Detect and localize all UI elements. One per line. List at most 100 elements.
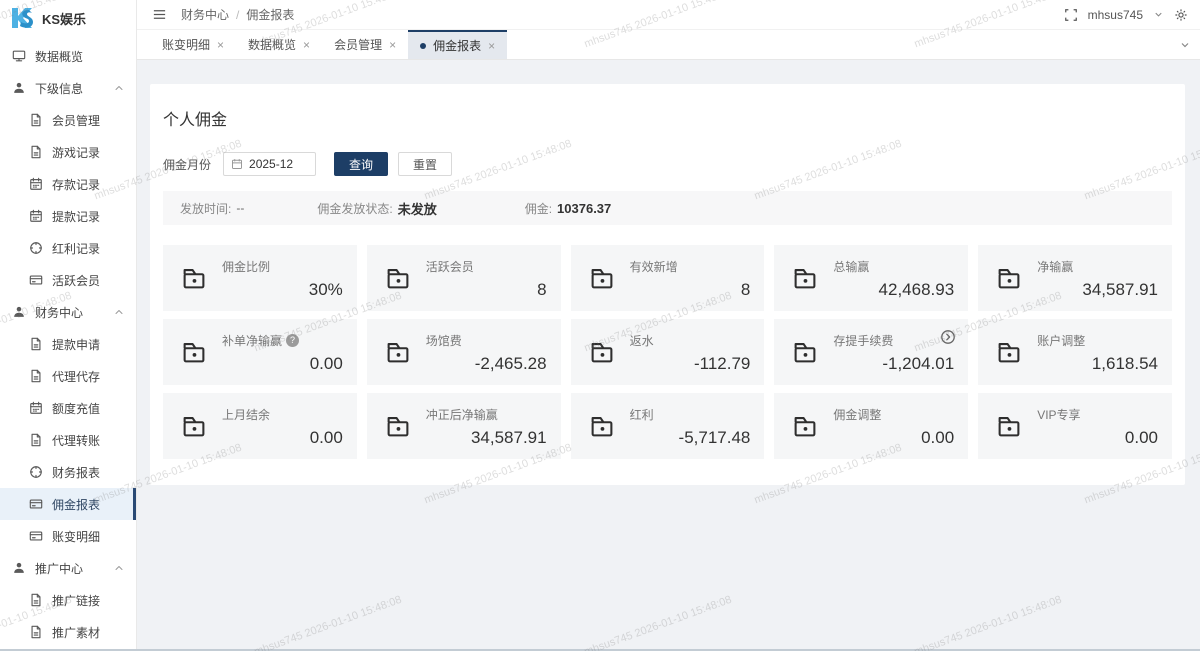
sidebar-item-label: 额度充值 [52,400,100,417]
sidebar-item-commission-report[interactable]: 佣金报表 [0,488,136,520]
stat-card-active-members: 活跃会员8 [367,245,561,311]
sidebar-item-label: 提款记录 [52,208,100,225]
page-title: 个人佣金 [163,106,1172,130]
settings-gear-icon[interactable] [1174,8,1188,22]
folder-icon [994,411,1024,441]
tab-account-changes[interactable]: 账变明细 × [150,30,236,59]
sidebar-item-account-changes[interactable]: 账变明细 [0,520,136,552]
chevron-up-icon[interactable] [113,82,125,94]
user-menu[interactable]: mhsus745 [1088,8,1143,22]
sidebar-item-label: 下级信息 [35,80,83,97]
sidebar-item-promotion-center[interactable]: 推广中心 [0,552,136,584]
doc-icon [29,113,43,127]
sidebar-item-agent-deposit[interactable]: 代理代存 [0,360,136,392]
stat-card-value: 0.00 [1125,428,1158,448]
tabs-chevron-down-icon[interactable] [1179,39,1191,51]
user-chevron-down-icon[interactable] [1153,9,1164,20]
tab-bar: 账变明细×数据概览×会员管理×佣金报表× [137,30,1200,60]
doc-icon [29,369,43,383]
folder-icon [587,411,617,441]
stat-card-value: 0.00 [310,428,343,448]
commission-label: 佣金: [525,200,552,217]
month-date-input[interactable]: 2025-12 [223,152,316,176]
sidebar-item-active-members[interactable]: 活跃会员 [0,264,136,296]
breadcrumb-section[interactable]: 财务中心 [181,6,229,23]
close-icon[interactable]: × [389,39,396,51]
tab-label: 账变明细 [162,36,210,53]
sidebar-item-promotion-links[interactable]: 推广链接 [0,584,136,616]
monitor-icon [12,49,26,63]
sidebar: KS娱乐 数据概览下级信息会员管理游戏记录存款记录提款记录红利记录活跃会员财务中… [0,0,137,651]
stat-card-label: 冲正后净输赢 [426,406,498,423]
issue-time-value: -- [236,201,244,215]
stat-card-rebate: 返水 -112.79 [571,319,765,385]
expand-chevron-right-icon[interactable] [940,329,956,345]
stat-card-label: 红利 [630,406,654,423]
status-label: 佣金发放状态: [317,200,392,217]
stat-card-label: 佣金调整 [833,406,881,423]
sidebar-item-bonus-records[interactable]: 红利记录 [0,232,136,264]
sidebar-item-agent-transfer[interactable]: 代理转账 [0,424,136,456]
folder-icon [383,263,413,293]
stat-card-valid-new: 有效新增8 [571,245,765,311]
stat-card-corrected-net-winloss: 冲正后净输赢 34,587.91 [367,393,561,459]
sidebar-item-finance-report[interactable]: 财务报表 [0,456,136,488]
doc-icon [29,337,43,351]
app-logo[interactable]: KS娱乐 [0,0,136,36]
folder-icon [179,411,209,441]
sidebar-item-data-overview[interactable]: 数据概览 [0,40,136,72]
close-icon[interactable]: × [488,40,495,52]
stat-card-value: 42,468.93 [879,280,955,300]
sidebar-item-subordinate-info[interactable]: 下级信息 [0,72,136,104]
folder-icon [383,411,413,441]
stat-card-value: -112.79 [694,354,750,374]
close-icon[interactable]: × [303,39,310,51]
stat-card-value: -2,465.28 [475,354,547,374]
stat-card-label: 返水 [630,332,654,349]
sidebar-item-finance-center[interactable]: 财务中心 [0,296,136,328]
sidebar-item-label: 活跃会员 [52,272,100,289]
search-button[interactable]: 查询 [334,152,388,176]
sidebar-item-quota-recharge[interactable]: 额度充值 [0,392,136,424]
commission-panel: 个人佣金 佣金月份 2025-12 查询 重置 发放时间: -- 佣金发放状态:… [150,84,1185,485]
compass-icon [29,241,43,255]
calendar-icon [29,177,43,191]
stat-card-label: 佣金比例 [222,258,270,275]
chevron-up-icon[interactable] [113,306,125,318]
stat-card-label: 存提手续费 [833,332,893,349]
reset-button[interactable]: 重置 [398,152,452,176]
sidebar-item-promotion-materials[interactable]: 推广素材 [0,616,136,648]
stat-cards-grid: 佣金比例30%活跃会员8有效新增8总输赢42,468.93净输赢34,587.9… [163,245,1172,459]
tab-data-overview[interactable]: 数据概览× [236,30,322,59]
sidebar-item-deposit-records[interactable]: 存款记录 [0,168,136,200]
stat-card-venue-fee: 场馆费-2,465.28 [367,319,561,385]
help-icon[interactable]: ? [286,334,299,347]
tab-member-management[interactable]: 会员管理× [322,30,408,59]
sidebar-item-withdrawal-request[interactable]: 提款申请 [0,328,136,360]
stat-card-account-adjust: 账户调整1,618.54 [978,319,1172,385]
folder-icon [587,337,617,367]
person-icon [12,305,26,319]
stat-card-value: 34,587.91 [471,428,547,448]
tab-commission-report[interactable]: 佣金报表× [408,30,507,59]
breadcrumb-page: 佣金报表 [246,6,294,23]
collapse-menu-icon[interactable] [152,7,167,22]
stat-card-total-winloss: 总输赢42,468.93 [774,245,968,311]
close-icon[interactable]: × [217,39,224,51]
brand-logo-icon [9,6,35,30]
stat-card-label: 有效新增 [630,258,678,275]
sidebar-item-game-records[interactable]: 游戏记录 [0,136,136,168]
folder-icon [994,337,1024,367]
sidebar-item-withdrawal-records[interactable]: 提款记录 [0,200,136,232]
folder-icon [790,411,820,441]
stat-card-value: -5,717.48 [679,428,751,448]
sidebar-item-member-management[interactable]: 会员管理 [0,104,136,136]
folder-icon [790,263,820,293]
content-area: 个人佣金 佣金月份 2025-12 查询 重置 发放时间: -- 佣金发放状态:… [137,60,1200,485]
chevron-up-icon[interactable] [113,562,125,574]
folder-icon [383,337,413,367]
fullscreen-icon[interactable] [1064,8,1078,22]
topbar: 财务中心 / 佣金报表 mhsus745 [137,0,1200,30]
sidebar-item-label: 推广素材 [52,624,100,641]
breadcrumb-separator: / [236,8,239,22]
